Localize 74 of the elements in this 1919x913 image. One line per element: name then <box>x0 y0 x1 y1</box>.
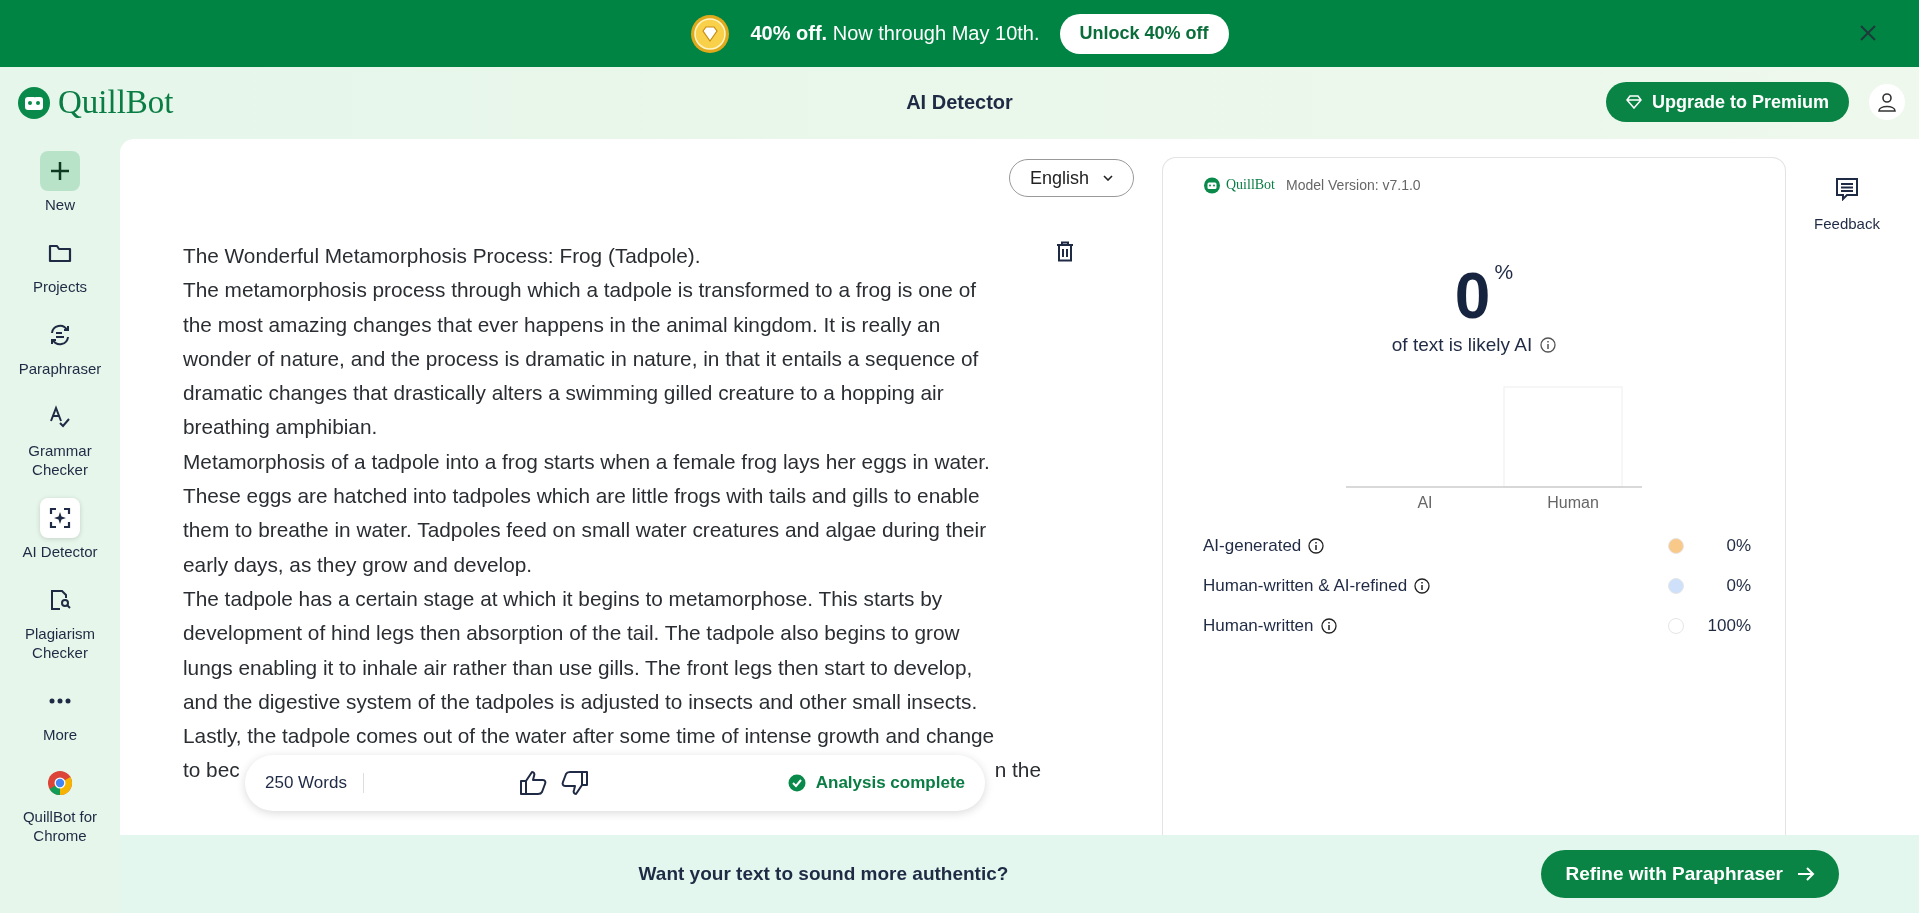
check-circle-icon <box>787 774 806 792</box>
sparkle-frame-icon <box>48 506 72 530</box>
text-line: development of hind legs then absorption of the tail. The tadpole also begins to grow <box>183 620 960 647</box>
sidebar-item[interactable]: Grammar Checker <box>5 397 115 479</box>
score-unit: % <box>1494 260 1514 284</box>
refine-button[interactable]: Refine with Paraphraser <box>1541 850 1839 898</box>
sidebar-item[interactable]: AI Detector <box>5 498 115 561</box>
sidebar-item[interactable]: Plagiarism Checker <box>5 580 115 662</box>
text-line: early days, as they grow and develop. <box>183 551 533 578</box>
info-icon[interactable] <box>1320 618 1337 634</box>
document-search-icon <box>48 588 72 612</box>
logo-text: QuillBot <box>1226 177 1275 193</box>
info-icon[interactable] <box>1540 337 1557 353</box>
text-line: and the digestive system of the tadpoles is adjusted to insects and other small insects. <box>183 688 978 715</box>
trash-icon[interactable] <box>1056 241 1074 262</box>
text-line: breathing amphibian. <box>183 414 378 441</box>
text-line: Lastly, the tadpole comes out of the water after some time of intense growth and change <box>183 723 995 750</box>
model-version: Model Version: v7.1.0 <box>1286 177 1421 193</box>
cycle-icon <box>48 323 72 347</box>
text-line: dramatic changes that drastically alters a swimming gilled creature to a hopping air <box>183 380 944 407</box>
text-line: Metamorphosis of a tadpole into a frog starts when a female frog lays her eggs in water. <box>183 448 990 475</box>
sidebar-item[interactable]: New <box>5 151 115 214</box>
text-line: The tadpole has a certain stage at which it begins to metamorphose. This starts by <box>183 585 943 612</box>
sidebar-item[interactable]: Paraphraser <box>5 315 115 378</box>
thumbs-down-icon[interactable] <box>560 770 589 796</box>
comment-icon <box>1835 177 1859 201</box>
text-line: them to breathe in water. Tadpoles feed on small water creatures and algae during their <box>183 517 987 544</box>
chevron-down-icon <box>1103 175 1113 181</box>
text-line: The metamorphosis process through which a tadpole is transformed to a frog is one of <box>183 277 976 304</box>
account-icon[interactable] <box>1869 84 1905 120</box>
upgrade-button[interactable]: Upgrade to Premium <box>1605 82 1849 122</box>
close-icon[interactable] <box>1859 24 1877 42</box>
sidebar-item[interactable]: Projects <box>5 233 115 296</box>
text-check-icon <box>48 405 72 429</box>
score-caption: of text is likely AI <box>1391 334 1533 356</box>
text-line: These eggs are hatched into tadpoles which are little frogs with tails and gills to enable <box>183 483 980 510</box>
text-line: the most amazing changes that ever happens in the animal kingdom. It is really an <box>183 311 941 338</box>
analysis-status: Analysis complete <box>787 773 965 793</box>
thumbs-up-icon[interactable] <box>518 770 547 796</box>
breakdown-label: Human-written <box>1203 616 1314 636</box>
text-fragment: n the <box>994 757 1041 784</box>
breakdown-value: 0% <box>1725 536 1751 556</box>
robot-logo-icon <box>16 84 52 120</box>
logo-text[interactable]: QuillBot <box>58 83 174 121</box>
footer-prompt: Want your text to sound more authentic? <box>638 863 1009 885</box>
folder-icon <box>48 243 72 263</box>
robot-logo-icon <box>1203 176 1221 194</box>
promo-text: 40% off. Now through May 10th. <box>750 22 1040 45</box>
breakdown-label: Human-written & AI-refined <box>1203 576 1408 596</box>
plus-icon <box>49 160 71 182</box>
sidebar-item[interactable]: More <box>5 681 115 744</box>
info-icon[interactable] <box>1414 578 1431 594</box>
text-line: wonder of nature, and the process is dramatic in nature, in that it entails a sequence of <box>183 345 979 372</box>
diamond-icon <box>1625 95 1642 109</box>
text-line: The Wonderful Metamorphosis Process: Frog (Tadpole). <box>183 243 701 269</box>
score-value: 0 <box>1454 264 1491 328</box>
breakdown-value: 100% <box>1706 616 1751 636</box>
chrome-icon <box>47 770 73 796</box>
unlock-button[interactable]: Unlock 40% off <box>1059 13 1229 54</box>
page-title: AI Detector <box>906 90 1013 114</box>
diamond-coin-icon <box>690 13 731 54</box>
chart-label: AI <box>1416 494 1434 512</box>
arrow-right-icon <box>1797 866 1815 882</box>
word-count: 250 Words <box>265 773 364 793</box>
more-icon <box>48 697 72 705</box>
language-dropdown[interactable]: English <box>1008 159 1134 197</box>
sidebar-item[interactable]: QuillBot for Chrome <box>5 763 115 845</box>
info-icon[interactable] <box>1308 538 1325 554</box>
text-fragment: to bec <box>183 757 240 784</box>
text-line: lungs enabling it to inhale air rather than use gills. The front legs then start to develop, <box>183 654 973 681</box>
feedback-button[interactable]: Feedback <box>1786 139 1908 232</box>
breakdown-label: AI-generated <box>1203 536 1302 556</box>
breakdown-value: 0% <box>1725 576 1751 596</box>
chart-label: Human <box>1546 494 1600 512</box>
